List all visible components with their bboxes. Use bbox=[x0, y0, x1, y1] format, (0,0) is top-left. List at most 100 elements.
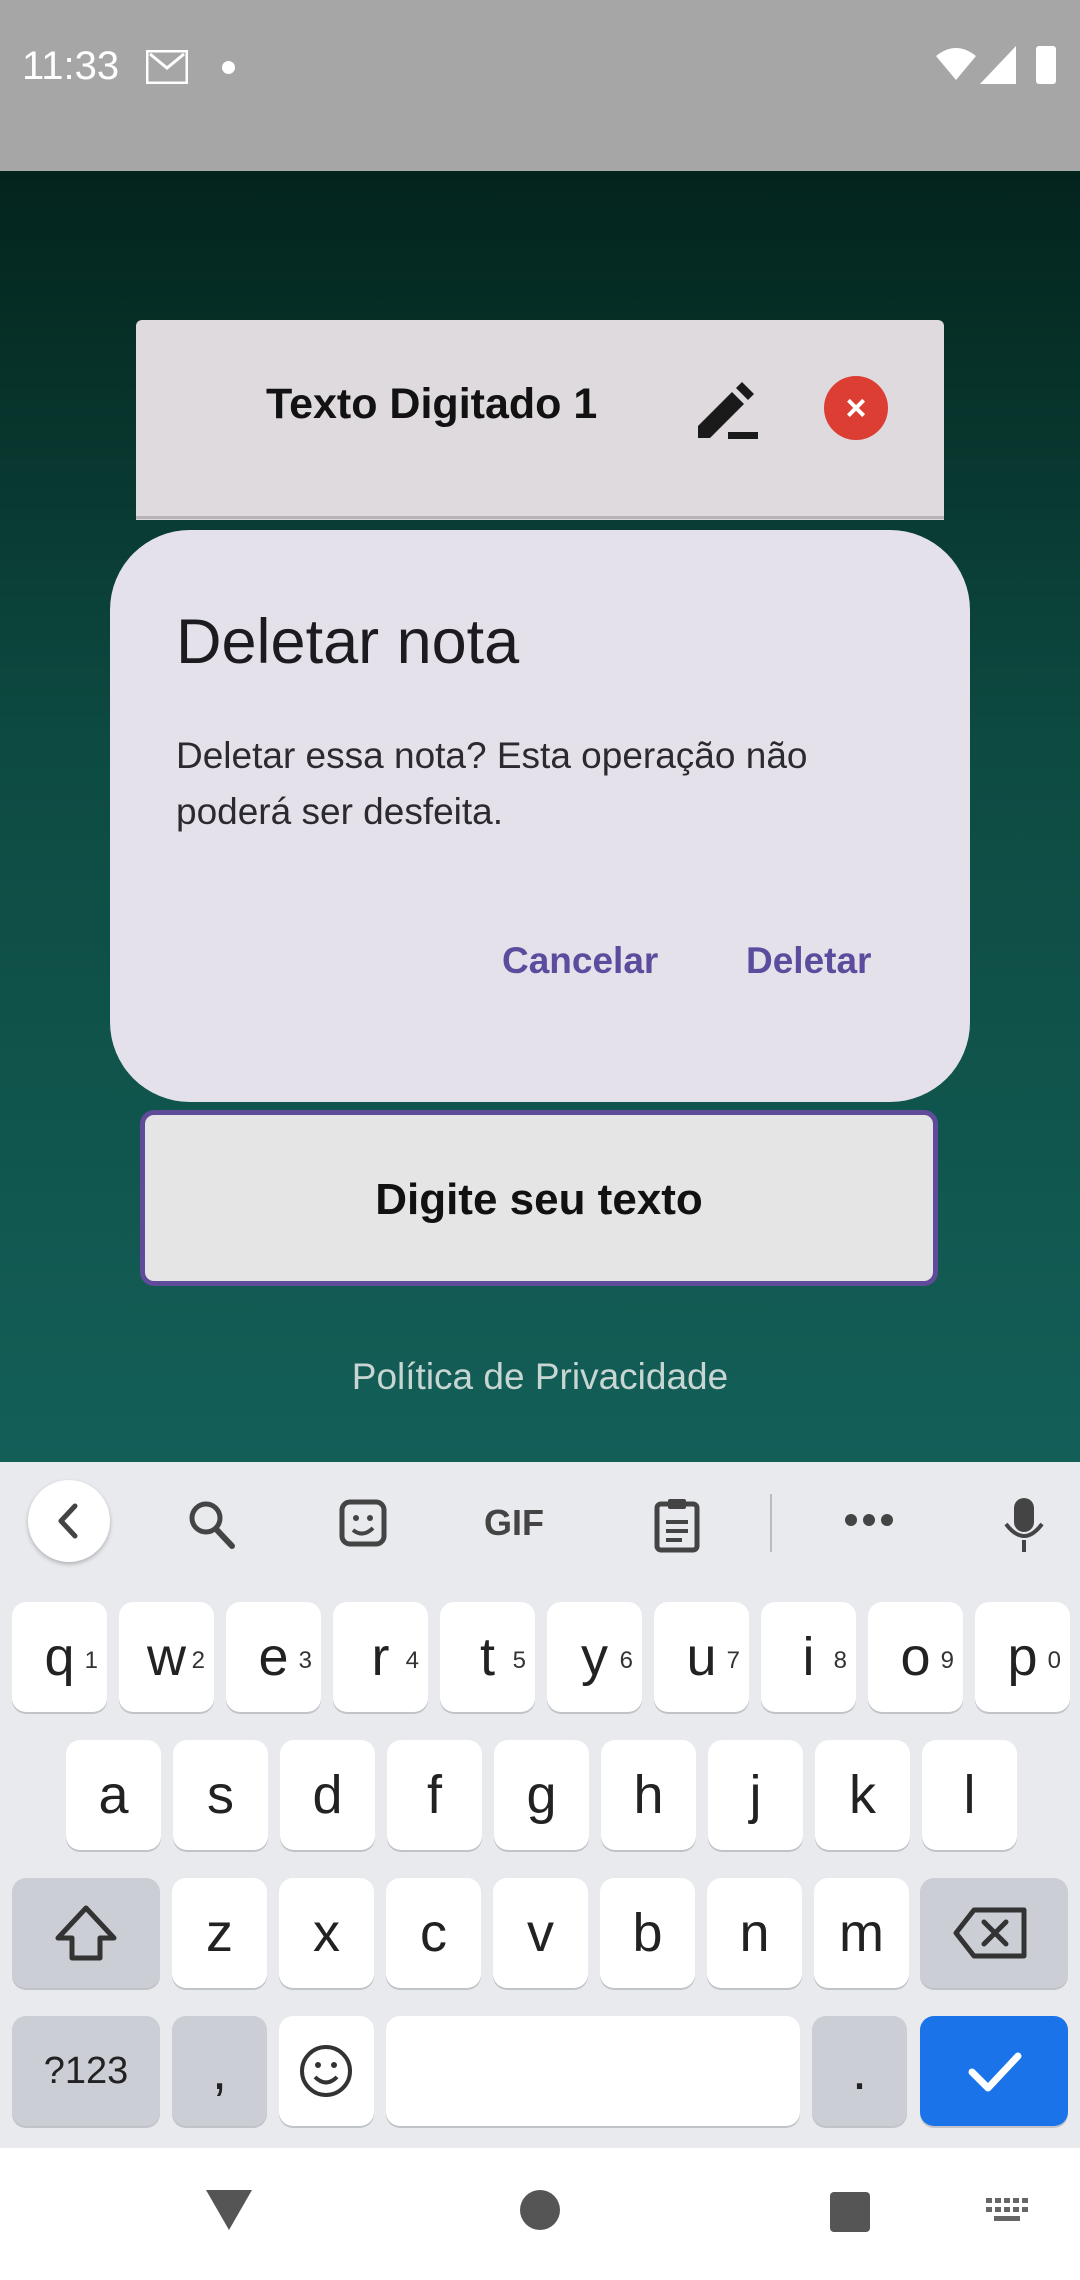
note-title: Texto Digitado 1 bbox=[266, 380, 598, 428]
symbols-key[interactable]: ?123 bbox=[12, 2016, 160, 2126]
key-hint: 1 bbox=[84, 1647, 98, 1674]
key-h-label: h bbox=[633, 1765, 664, 1825]
divider bbox=[136, 516, 944, 519]
key-d[interactable]: d bbox=[280, 1740, 375, 1850]
key-b-label: b bbox=[632, 1903, 663, 1963]
key-u[interactable]: u7 bbox=[654, 1602, 749, 1712]
key-p[interactable]: p0 bbox=[975, 1602, 1070, 1712]
key-s[interactable]: s bbox=[173, 1740, 268, 1850]
key-f[interactable]: f bbox=[387, 1740, 482, 1850]
key-t-label: t bbox=[479, 1627, 495, 1687]
comma-key[interactable]: , bbox=[172, 2016, 267, 2126]
recents-square-icon[interactable] bbox=[830, 2192, 870, 2232]
key-x-label: x bbox=[313, 1903, 340, 1963]
key-k[interactable]: k bbox=[815, 1740, 910, 1850]
more-icon[interactable] bbox=[844, 1512, 894, 1528]
home-circle-icon[interactable] bbox=[520, 2190, 560, 2230]
gif-button[interactable]: GIF bbox=[484, 1502, 544, 1544]
key-w-label: w bbox=[147, 1627, 186, 1687]
key-n[interactable]: n bbox=[707, 1878, 802, 1988]
key-v[interactable]: v bbox=[493, 1878, 588, 1988]
shift-icon bbox=[55, 1905, 117, 1961]
delete-note-dialog: Deletar nota Deletar essa nota? Esta ope… bbox=[110, 530, 970, 1102]
notification-dot-icon bbox=[222, 61, 235, 74]
key-l[interactable]: l bbox=[922, 1740, 1017, 1850]
key-h[interactable]: h bbox=[601, 1740, 696, 1850]
keyboard-switch-icon[interactable] bbox=[986, 2198, 1028, 2228]
key-x[interactable]: x bbox=[279, 1878, 374, 1988]
space-key[interactable] bbox=[386, 2016, 800, 2126]
key-r-label: r bbox=[371, 1627, 390, 1687]
key-e[interactable]: e3 bbox=[226, 1602, 321, 1712]
key-hint: 5 bbox=[512, 1647, 526, 1674]
toolbar-separator bbox=[770, 1494, 772, 1552]
note-card[interactable]: Texto Digitado 1 × bbox=[136, 320, 944, 520]
key-c[interactable]: c bbox=[386, 1878, 481, 1988]
type-text-label: Digite seu texto bbox=[375, 1175, 703, 1224]
key-i-label: i bbox=[802, 1627, 815, 1687]
clipboard-icon[interactable] bbox=[652, 1496, 702, 1554]
key-g-label: g bbox=[526, 1765, 557, 1825]
key-b[interactable]: b bbox=[600, 1878, 695, 1988]
key-hint: 2 bbox=[191, 1647, 205, 1674]
key-hint: 8 bbox=[833, 1647, 847, 1674]
gmail-icon bbox=[146, 50, 188, 84]
key-m-label: m bbox=[839, 1903, 884, 1963]
back-triangle-icon[interactable] bbox=[206, 2190, 252, 2230]
search-icon[interactable] bbox=[186, 1496, 238, 1552]
symbols-key-label: ?123 bbox=[43, 2050, 129, 2092]
enter-key[interactable] bbox=[920, 2016, 1068, 2126]
key-j[interactable]: j bbox=[708, 1740, 803, 1850]
key-q[interactable]: q1 bbox=[12, 1602, 107, 1712]
key-u-label: u bbox=[686, 1627, 717, 1687]
sticker-icon[interactable] bbox=[338, 1496, 390, 1552]
backspace-key[interactable] bbox=[920, 1878, 1068, 1988]
key-q-label: q bbox=[44, 1627, 75, 1687]
key-t[interactable]: t5 bbox=[440, 1602, 535, 1712]
microphone-icon[interactable] bbox=[1002, 1496, 1046, 1554]
checkmark-icon bbox=[968, 2052, 1022, 2092]
dialog-message: Deletar essa nota? Esta operação não pod… bbox=[176, 735, 808, 832]
key-hint: 0 bbox=[1047, 1647, 1061, 1674]
key-w[interactable]: w2 bbox=[119, 1602, 214, 1712]
cancel-button[interactable]: Cancelar bbox=[502, 940, 658, 982]
status-time: 11:33 bbox=[22, 44, 120, 88]
close-icon: × bbox=[845, 387, 867, 428]
cellular-signal-icon bbox=[980, 46, 1016, 84]
key-n-label: n bbox=[739, 1903, 770, 1963]
edit-icon[interactable] bbox=[692, 376, 760, 440]
wifi-icon bbox=[936, 48, 976, 80]
key-a-label: a bbox=[98, 1765, 129, 1825]
period-key-label: . bbox=[851, 2041, 867, 2101]
key-r[interactable]: r4 bbox=[333, 1602, 428, 1712]
shift-key[interactable] bbox=[12, 1878, 160, 1988]
key-m[interactable]: m bbox=[814, 1878, 909, 1988]
key-y-label: y bbox=[581, 1627, 608, 1687]
key-z[interactable]: z bbox=[172, 1878, 267, 1988]
emoji-key[interactable] bbox=[279, 2016, 374, 2126]
period-key[interactable]: . bbox=[812, 2016, 907, 2126]
comma-key-label: , bbox=[211, 2041, 227, 2101]
delete-note-button[interactable]: × bbox=[824, 376, 888, 440]
type-text-button[interactable]: Digite seu texto bbox=[140, 1110, 938, 1286]
key-hint: 4 bbox=[405, 1647, 419, 1674]
emoji-icon bbox=[300, 2045, 352, 2097]
key-y[interactable]: y6 bbox=[547, 1602, 642, 1712]
key-a[interactable]: a bbox=[66, 1740, 161, 1850]
key-o-label: o bbox=[900, 1627, 931, 1687]
keyboard-back-button[interactable] bbox=[28, 1480, 110, 1562]
privacy-policy-link[interactable]: Política de Privacidade bbox=[0, 1356, 1080, 1398]
key-hint: 3 bbox=[298, 1647, 312, 1674]
key-o[interactable]: o9 bbox=[868, 1602, 963, 1712]
confirm-delete-button[interactable]: Deletar bbox=[746, 940, 871, 982]
key-c-label: c bbox=[420, 1903, 447, 1963]
key-j-label: j bbox=[749, 1765, 762, 1825]
battery-icon bbox=[1036, 46, 1056, 84]
key-g[interactable]: g bbox=[494, 1740, 589, 1850]
key-l-label: l bbox=[963, 1765, 976, 1825]
key-i[interactable]: i8 bbox=[761, 1602, 856, 1712]
key-k-label: k bbox=[849, 1765, 876, 1825]
key-s-label: s bbox=[207, 1765, 234, 1825]
dialog-title: Deletar nota bbox=[176, 607, 520, 677]
key-v-label: v bbox=[527, 1903, 554, 1963]
